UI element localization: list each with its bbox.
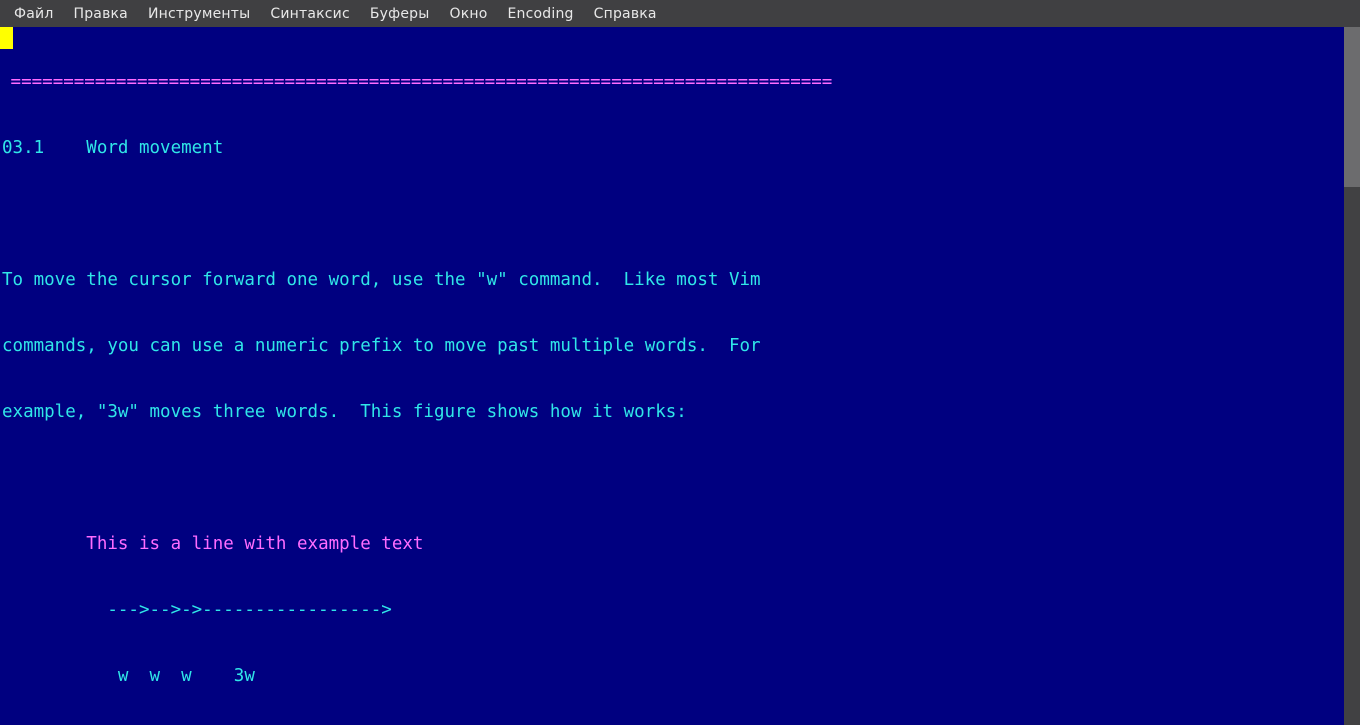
- menu-buffers[interactable]: Буферы: [360, 0, 440, 29]
- menu-tools[interactable]: Инструменты: [138, 0, 260, 29]
- example1-text: This is a line with example text: [0, 533, 1344, 555]
- menubar: Файл Правка Инструменты Синтаксис Буферы…: [0, 0, 1360, 27]
- para1-line1: To move the cursor forward one word, use…: [0, 269, 1344, 291]
- section-ruler: ========================================…: [11, 72, 833, 92]
- editor-area[interactable]: ========================================…: [0, 27, 1360, 725]
- para1-line2: commands, you can use a numeric prefix t…: [0, 335, 1344, 357]
- menu-syntax[interactable]: Синтаксис: [260, 0, 360, 29]
- scrollbar-thumb[interactable]: [1344, 27, 1360, 187]
- example1-arrows: --->-->->----------------->: [0, 599, 1344, 621]
- example1-keys: w w w 3w: [0, 665, 1344, 687]
- section-title: 03.1 Word movement: [0, 137, 1344, 159]
- menu-help[interactable]: Справка: [584, 0, 667, 29]
- para1-line3: example, "3w" moves three words. This fi…: [0, 401, 1344, 423]
- menu-encoding[interactable]: Encoding: [498, 0, 584, 29]
- scrollbar[interactable]: [1344, 27, 1360, 725]
- buffer-text[interactable]: ========================================…: [0, 27, 1344, 725]
- menu-file[interactable]: Файл: [4, 0, 63, 29]
- menu-edit[interactable]: Правка: [63, 0, 137, 29]
- menu-window[interactable]: Окно: [440, 0, 498, 29]
